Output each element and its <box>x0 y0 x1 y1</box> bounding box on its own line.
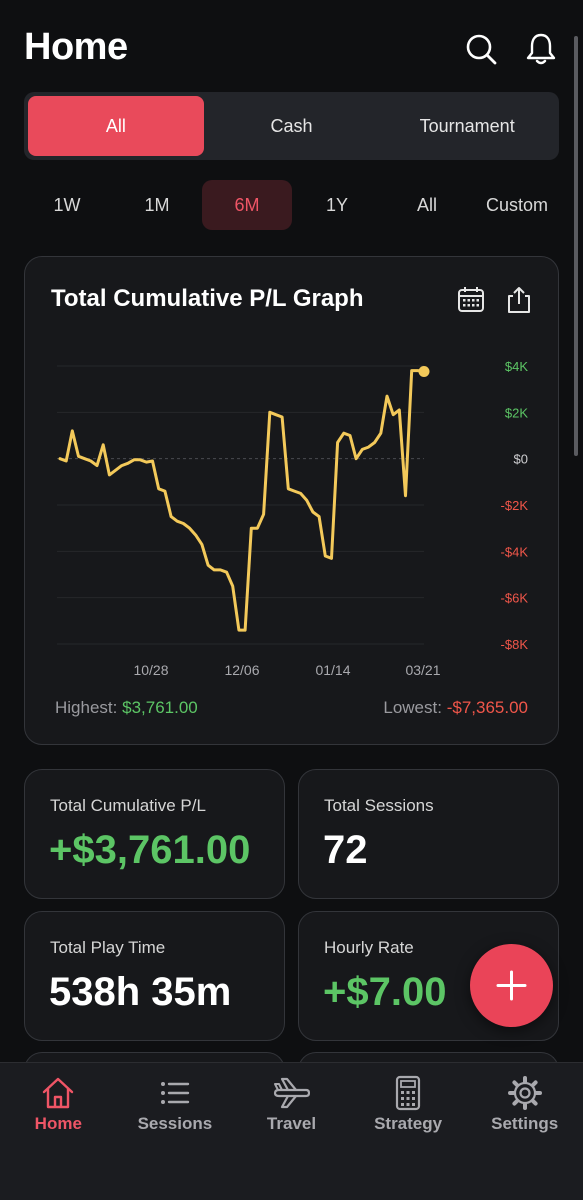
last-point-marker <box>418 366 430 378</box>
tab-strategy[interactable]: Strategy <box>350 1063 467 1200</box>
stat-label: Hourly Rate <box>324 938 414 957</box>
highest-stat: Highest: $3,761.00 <box>55 698 198 718</box>
stat-value: 538h 35m <box>49 970 232 1014</box>
lowest-label: Lowest: <box>383 698 442 717</box>
tab-label: Sessions <box>137 1114 213 1133</box>
stat-label: Total Cumulative P/L <box>50 796 206 815</box>
range-custom[interactable]: Custom <box>472 180 562 230</box>
range-6m[interactable]: 6M <box>202 180 292 230</box>
share-icon[interactable] <box>504 285 534 315</box>
y-tick-label: $2K <box>505 405 528 420</box>
calendar-icon[interactable] <box>456 285 486 315</box>
stat-value: +$7.00 <box>323 970 447 1014</box>
segment-all[interactable]: All <box>28 96 204 156</box>
y-tick-label: -$8K <box>501 637 529 652</box>
stat-value: 72 <box>323 828 368 872</box>
stat-card-total-pl[interactable]: Total Cumulative P/L +$3,761.00 <box>24 769 285 899</box>
tab-label: Settings <box>491 1114 559 1133</box>
time-range-selector: 1W 1M 6M 1Y All Custom <box>22 180 562 230</box>
tab-label: Travel <box>266 1114 317 1133</box>
y-tick-label: -$4K <box>501 544 529 559</box>
x-tick-label: 10/28 <box>133 662 168 678</box>
game-type-segmented-control: All Cash Tournament <box>24 92 559 160</box>
lowest-stat: Lowest: -$7,365.00 <box>383 698 528 718</box>
plus-icon <box>496 970 527 1001</box>
stat-card-play-time[interactable]: Total Play Time 538h 35m <box>24 911 285 1041</box>
range-1w[interactable]: 1W <box>22 180 112 230</box>
bottom-tab-bar: Home Sessions Travel Strategy Settings <box>0 1062 583 1200</box>
scrollbar[interactable] <box>574 36 578 456</box>
search-icon[interactable] <box>464 32 498 66</box>
stat-value: +$3,761.00 <box>49 828 251 872</box>
highest-value: $3,761.00 <box>122 698 198 717</box>
lowest-value: -$7,365.00 <box>446 698 528 717</box>
add-session-button[interactable] <box>470 944 553 1027</box>
x-tick-label: 01/14 <box>315 662 350 678</box>
stat-card-total-sessions[interactable]: Total Sessions 72 <box>298 769 559 899</box>
tab-settings[interactable]: Settings <box>466 1063 583 1200</box>
tab-label: Home <box>34 1114 82 1133</box>
stat-label: Total Play Time <box>50 938 166 957</box>
y-tick-label: $0 <box>514 452 528 467</box>
graph-title: Total Cumulative P/L Graph <box>51 285 364 312</box>
range-all[interactable]: All <box>382 180 472 230</box>
tab-home[interactable]: Home <box>0 1063 117 1200</box>
pl-graph-card: $4K $2K $0 -$2K -$4K -$6K -$8K 10/28 12/06 01/14 0… <box>24 256 559 745</box>
calculator-icon <box>395 1075 421 1111</box>
airplane-icon <box>274 1077 311 1109</box>
tab-sessions[interactable]: Sessions <box>117 1063 234 1200</box>
range-1y[interactable]: 1Y <box>292 180 382 230</box>
range-1m[interactable]: 1M <box>112 180 202 230</box>
highest-label: Highest: <box>55 698 118 717</box>
page-title: Home <box>24 26 128 68</box>
segment-cash[interactable]: Cash <box>204 96 380 156</box>
x-tick-label: 12/06 <box>224 662 259 678</box>
pl-line-chart: $4K $2K $0 -$2K -$4K -$6K -$8K 10/28 12/06 01/14 0… <box>57 359 529 678</box>
y-tick-label: -$6K <box>501 591 529 606</box>
pl-series-line <box>58 369 426 632</box>
stat-label: Total Sessions <box>324 796 434 815</box>
segment-tournament[interactable]: Tournament <box>379 96 555 156</box>
tab-travel[interactable]: Travel <box>233 1063 350 1200</box>
home-icon <box>43 1077 74 1109</box>
gear-icon <box>507 1076 542 1110</box>
tab-label: Strategy <box>374 1114 443 1133</box>
bell-icon[interactable] <box>524 32 558 66</box>
y-tick-label: $4K <box>505 359 528 374</box>
y-tick-label: -$2K <box>501 498 529 513</box>
list-icon <box>160 1082 190 1104</box>
x-tick-label: 03/21 <box>405 662 440 678</box>
